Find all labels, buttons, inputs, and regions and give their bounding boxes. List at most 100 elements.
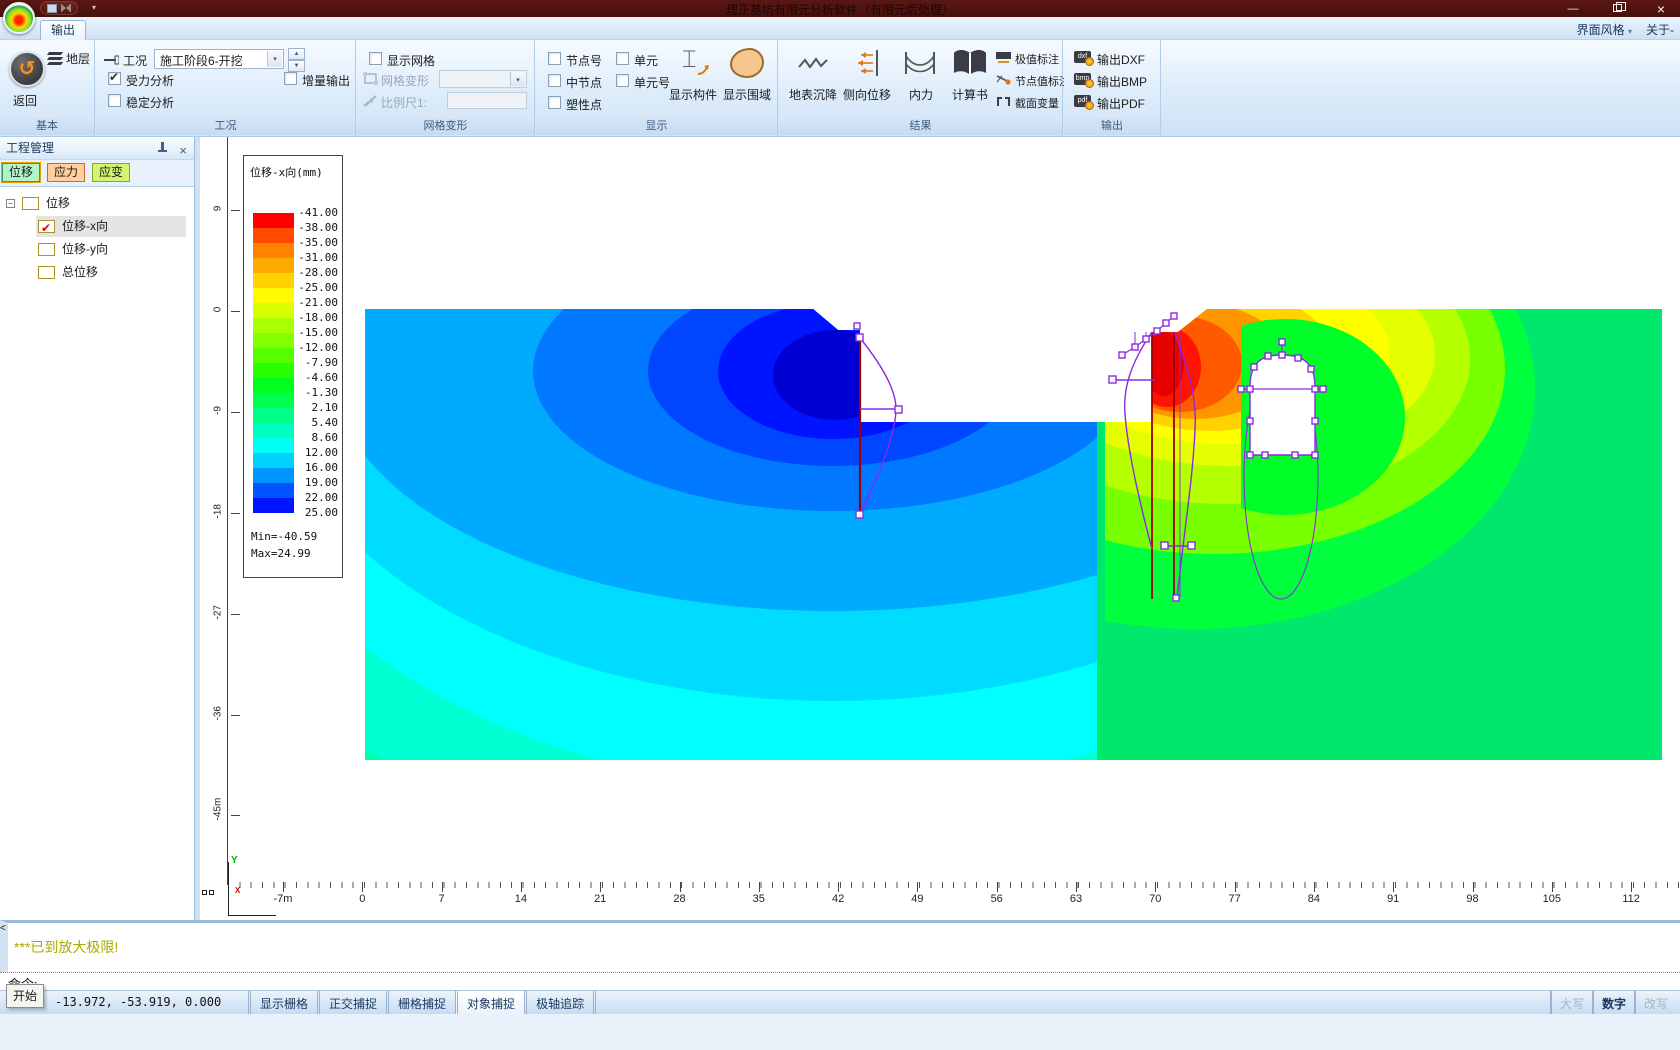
bmp-icon: bmp (1074, 73, 1091, 85)
stability-analysis-label: 稳定分析 (126, 94, 174, 111)
stage-icon (103, 55, 119, 69)
save-icon[interactable] (47, 4, 57, 13)
x-ruler-label: 49 (897, 893, 937, 905)
restore-icon (1613, 4, 1622, 12)
snap-show-grid[interactable]: 显示栅格 (248, 991, 317, 1015)
show-mesh-checkbox[interactable] (369, 52, 382, 65)
tree-item-displacement-x[interactable]: ✔ 位移-x向 (36, 216, 186, 237)
strata-button[interactable]: 地层 (66, 50, 90, 67)
x-ruler-label: 105 (1532, 893, 1572, 905)
legend-tick-label: -28.00 (283, 266, 338, 279)
legend-max: Max=24.99 (251, 547, 311, 560)
stability-analysis-checkbox[interactable] (108, 94, 121, 107)
plastic-point-label: 塑性点 (566, 96, 602, 113)
y-ruler-label: 0 (213, 302, 224, 316)
snap-object[interactable]: 对象捕捉 (455, 991, 524, 1015)
incremental-output-label: 增量输出 (302, 72, 350, 89)
x-ruler-label: 98 (1453, 893, 1493, 905)
lateral-arrows-icon (853, 48, 885, 78)
project-manager-panel: 工程管理 × 位移 应力 应变 − 位移 ✔ 位移-x向 位移-y向 总位移 (0, 137, 195, 920)
show-mesh-label: 显示网格 (387, 52, 435, 69)
stage-down-button[interactable]: ▼ (288, 60, 305, 72)
x-ruler-label: 14 (501, 893, 541, 905)
command-line[interactable]: 命令: (0, 972, 1680, 990)
tools-icon[interactable] (61, 4, 71, 13)
drawing-canvas[interactable]: 90-9-18-27-36-45m -7m0714212835424956637… (195, 137, 1680, 920)
node-number-checkbox[interactable] (548, 52, 561, 65)
incremental-output-checkbox[interactable] (284, 72, 297, 85)
pdf-icon: pdf (1074, 95, 1091, 107)
legend-tick-label: 8.60 (283, 431, 338, 444)
force-analysis-label: 受力分析 (126, 72, 174, 89)
legend-tick-label: -4.60 (283, 371, 338, 384)
app-logo-icon[interactable] (3, 2, 35, 34)
force-analysis-checkbox[interactable]: ✔ (108, 72, 121, 85)
collapse-icon[interactable]: − (6, 199, 15, 208)
legend-tick-label: 19.00 (283, 476, 338, 489)
extreme-icon (996, 52, 1011, 64)
panel-header: 工程管理 × (0, 137, 194, 160)
start-tooltip[interactable]: 开始 (6, 984, 44, 1008)
settlement-wave-icon (797, 52, 831, 74)
plastic-point-checkbox[interactable] (548, 96, 561, 109)
chevron-down-icon: ▾ (1628, 27, 1632, 36)
tree-root-displacement[interactable]: − 位移 (0, 193, 194, 214)
element-number-checkbox[interactable] (616, 74, 629, 87)
minimize-button[interactable]: — (1562, 3, 1584, 15)
tab-output[interactable]: 输出 (40, 20, 86, 40)
snap-grid[interactable]: 栅格捕捉 (386, 991, 455, 1015)
ribbon-tab-row: 输出 界面风格 ▾ 关于- (0, 17, 1680, 40)
table-icon (22, 197, 39, 210)
group-display-label: 显示 (536, 119, 777, 135)
legend-tick-label: -7.90 (283, 356, 338, 369)
section-icon (996, 96, 1011, 108)
stage-up-button[interactable]: ▲ (288, 48, 305, 60)
status-bar: -13.972, -53.919, 0.000 显示栅格 正交捕捉 栅格捕捉 对… (0, 990, 1680, 1014)
back-button[interactable]: ↺ (9, 51, 45, 87)
element-checkbox[interactable] (616, 52, 629, 65)
legend-min: Min=-40.59 (251, 530, 317, 543)
tab-displacement[interactable]: 位移 (2, 163, 40, 182)
mid-node-label: 中节点 (566, 74, 602, 91)
group-results-label: 结果 (779, 119, 1062, 135)
close-icon[interactable]: × (179, 140, 187, 162)
stage-select[interactable]: 施工阶段6-开挖 ▾ (154, 49, 284, 69)
restore-button[interactable] (1606, 3, 1628, 15)
pin-icon[interactable] (157, 142, 168, 154)
legend-tick-label: -41.00 (283, 206, 338, 219)
group-stage-label: 工况 (96, 119, 355, 135)
chevron-down-icon: ▾ (267, 51, 282, 67)
legend-tick-label: 25.00 (283, 506, 338, 519)
collapse-panel-icon[interactable]: < (0, 923, 8, 937)
snap-ortho[interactable]: 正交捕捉 (317, 991, 386, 1015)
mesh-deform-label: 网格变形 (381, 72, 429, 89)
x-ruler-label: 84 (1294, 893, 1334, 905)
mesh-deform-icon (363, 72, 379, 86)
legend-tick-label: -38.00 (283, 221, 338, 234)
scale-input (447, 92, 527, 109)
interface-style-menu[interactable]: 界面风格 ▾ (1577, 21, 1632, 38)
tab-strain[interactable]: 应变 (92, 163, 130, 182)
group-basic-label: 基本 (0, 119, 94, 135)
legend-tick-label: -18.00 (283, 311, 338, 324)
y-ruler-label: 9 (213, 202, 224, 216)
panel-title: 工程管理 (6, 141, 54, 155)
contour-plot[interactable] (365, 309, 1662, 760)
close-button[interactable]: × (1650, 1, 1672, 17)
about-menu[interactable]: 关于- (1646, 21, 1674, 38)
group-stage: 工况 施工阶段6-开挖 ▾ ▲ ▼ ✔ 受力分析 增量输出 稳定分析 工况 (96, 40, 356, 136)
window-bottom (0, 1014, 1680, 1050)
node-number-label: 节点号 (566, 52, 602, 69)
component-beam-icon: ⌶ (682, 46, 696, 74)
quick-access-toolbar (40, 1, 78, 15)
table-icon (38, 266, 55, 279)
snap-polar[interactable]: 极轴追踪 (524, 991, 596, 1015)
y-ruler-label: -9 (213, 403, 224, 417)
quick-access-caret-icon[interactable]: ▾ (92, 3, 96, 12)
legend-tick-label: -35.00 (283, 236, 338, 249)
mid-node-checkbox[interactable] (548, 74, 561, 87)
group-display: 节点号 中节点 塑性点 单元 单元号 ⌶ 显示构件 显示围域 显示 (536, 40, 778, 136)
tab-stress[interactable]: 应力 (47, 163, 85, 182)
x-ruler-label: 28 (660, 893, 700, 905)
legend-tick-label: -21.00 (283, 296, 338, 309)
